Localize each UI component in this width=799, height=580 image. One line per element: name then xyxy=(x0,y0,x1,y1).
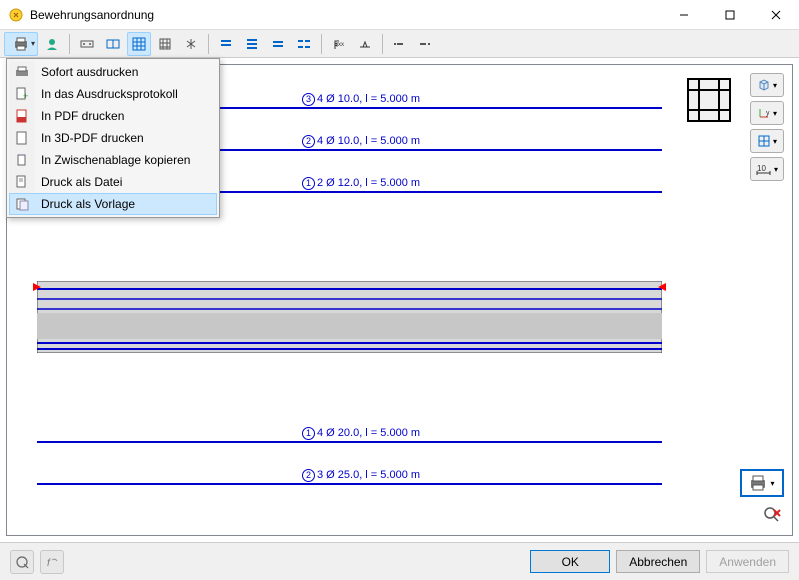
svg-text:y: y xyxy=(766,110,770,117)
maximize-button[interactable] xyxy=(707,0,753,29)
bar-label: 23 Ø 25.0, l = 5.000 m xyxy=(302,469,420,482)
align2-button[interactable] xyxy=(240,32,264,56)
layer-settings-button[interactable]: f xyxy=(40,550,64,574)
svg-text:10: 10 xyxy=(757,164,766,173)
print-view-button[interactable]: ▾ xyxy=(740,469,784,497)
cross-section xyxy=(37,281,662,353)
right-toolbar: ▾ y ▾ ▾ 10 ▾ xyxy=(744,73,784,181)
file-icon xyxy=(14,174,30,190)
view3-button[interactable] xyxy=(127,32,151,56)
cancel-button[interactable]: Abbrechen xyxy=(616,550,700,573)
bottom-bar: f OK Abbrechen Anwenden xyxy=(0,542,799,580)
help-info-button[interactable] xyxy=(10,550,34,574)
pdf-icon xyxy=(14,108,30,124)
print-icon xyxy=(14,64,30,80)
menu-ausdrucksprotokoll[interactable]: + In das Ausdrucksprotokoll xyxy=(9,83,217,105)
toolbar: ▾ xx xyxy=(0,30,799,58)
menu-sofort-ausdrucken[interactable]: Sofort ausdrucken xyxy=(9,61,217,83)
view1-button[interactable] xyxy=(75,32,99,56)
bar-num-icon: 1 xyxy=(302,177,315,190)
menu-zwischenablage[interactable]: In Zwischenablage kopieren xyxy=(9,149,217,171)
bar-num-icon: 1 xyxy=(302,427,315,440)
support-button[interactable] xyxy=(353,32,377,56)
close-button[interactable] xyxy=(753,0,799,29)
svg-text:xx: xx xyxy=(338,42,344,48)
grid-toggle-button[interactable]: ▾ xyxy=(750,129,784,153)
hatch-button[interactable] xyxy=(153,32,177,56)
ok-button[interactable]: OK xyxy=(530,550,610,573)
app-icon xyxy=(8,7,24,23)
align3-button[interactable] xyxy=(266,32,290,56)
zoom-reset-button[interactable] xyxy=(760,503,784,527)
minimize-button[interactable] xyxy=(661,0,707,29)
bar-line xyxy=(37,441,662,443)
section-grid-icon[interactable] xyxy=(684,75,734,125)
view2-button[interactable] xyxy=(101,32,125,56)
canvas-bottom-tools: ▾ xyxy=(740,469,784,527)
bar-label: 14 Ø 20.0, l = 5.000 m xyxy=(302,427,420,440)
bar-line xyxy=(37,483,662,485)
copy-icon xyxy=(14,152,30,168)
menu-druck-datei[interactable]: Druck als Datei xyxy=(9,171,217,193)
svg-text:f: f xyxy=(47,558,51,569)
expand-button[interactable] xyxy=(414,32,438,56)
bar-num-icon: 2 xyxy=(302,469,315,482)
svg-text:+: + xyxy=(23,91,28,101)
align4-button[interactable] xyxy=(292,32,316,56)
collapse-button[interactable] xyxy=(388,32,412,56)
axes-button[interactable] xyxy=(179,32,203,56)
bar-label: 24 Ø 10.0, l = 5.000 m xyxy=(302,135,420,148)
menu-pdf-drucken[interactable]: In PDF drucken xyxy=(9,105,217,127)
user-button[interactable] xyxy=(40,32,64,56)
bar-label: 34 Ø 10.0, l = 5.000 m xyxy=(302,93,420,106)
spring-button[interactable]: xx xyxy=(327,32,351,56)
align1-button[interactable] xyxy=(214,32,238,56)
bar-label: 12 Ø 12.0, l = 5.000 m xyxy=(302,177,420,190)
menu-3dpdf-drucken[interactable]: In 3D-PDF drucken xyxy=(9,127,217,149)
dimension-button[interactable]: 10 ▾ xyxy=(750,157,784,181)
window-title: Bewehrungsanordnung xyxy=(30,8,661,22)
bar-num-icon: 3 xyxy=(302,93,315,106)
bar-num-icon: 2 xyxy=(302,135,315,148)
print-dropdown-button[interactable]: ▾ xyxy=(4,32,38,56)
titlebar: Bewehrungsanordnung xyxy=(0,0,799,30)
print-dropdown-menu: Sofort ausdrucken + In das Ausdrucksprot… xyxy=(6,58,220,218)
doc-plus-icon: + xyxy=(14,86,30,102)
axes-toggle-button[interactable]: y ▾ xyxy=(750,101,784,125)
menu-druck-vorlage[interactable]: Druck als Vorlage xyxy=(9,193,217,215)
view-cube-button[interactable]: ▾ xyxy=(750,73,784,97)
window-controls xyxy=(661,0,799,29)
doc-icon xyxy=(14,130,30,146)
template-icon xyxy=(15,196,31,212)
apply-button[interactable]: Anwenden xyxy=(706,550,789,573)
